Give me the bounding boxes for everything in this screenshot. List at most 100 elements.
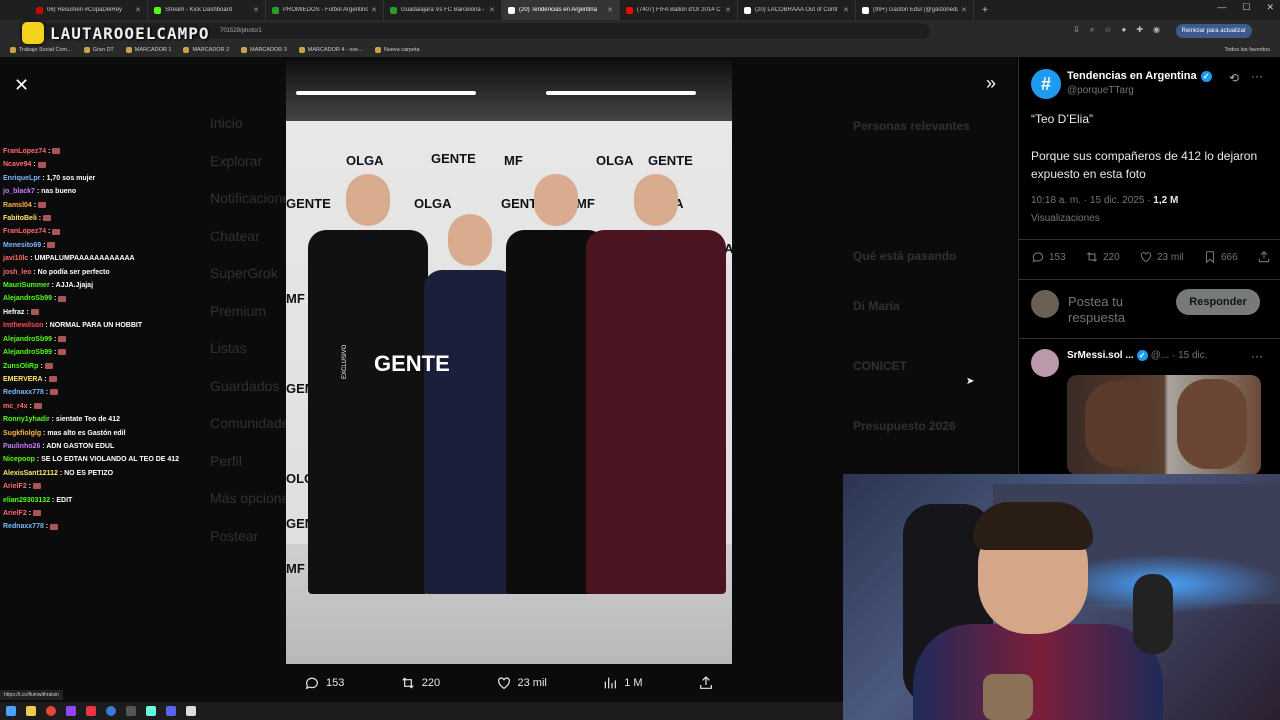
puzzle-icon[interactable]: ✚	[1136, 25, 1143, 35]
all-bookmarks[interactable]: Todos los favoritos	[1224, 47, 1270, 53]
app-icon[interactable]	[126, 706, 136, 716]
close-tab-icon[interactable]: ✕	[607, 6, 613, 14]
app-icon[interactable]	[86, 706, 96, 716]
reply-input[interactable]: Postea tu respuesta	[1068, 294, 1178, 326]
chat-username[interactable]: AlexisSant12112	[3, 470, 58, 477]
app-icon[interactable]	[186, 706, 196, 716]
app-icon[interactable]	[106, 706, 116, 716]
app-icon[interactable]	[66, 706, 76, 716]
reply-author-avatar[interactable]	[1031, 349, 1059, 377]
chat-username[interactable]: Hefraz	[3, 309, 24, 316]
person-head	[448, 214, 492, 266]
chat-username[interactable]: MauriSummer	[3, 282, 50, 289]
reply-author[interactable]: SrMessi.sol ... ✓ @... · 15 dic.	[1067, 350, 1208, 361]
minimize-icon[interactable]: —	[1217, 2, 1226, 13]
chat-username[interactable]: Imthewilson	[3, 322, 43, 329]
grok-icon[interactable]: ⟲	[1229, 71, 1239, 85]
chrome-icon[interactable]	[46, 706, 56, 716]
chat-username[interactable]: Ncave94	[3, 161, 31, 168]
views-action[interactable]: 1 M	[602, 675, 643, 691]
reply-button[interactable]: Responder	[1176, 289, 1260, 315]
close-tab-icon[interactable]: ✕	[135, 6, 141, 14]
chat-username[interactable]: ArielF2	[3, 483, 27, 490]
chat-username[interactable]: ZunsOliRp	[3, 363, 38, 370]
start-icon[interactable]	[6, 706, 16, 716]
maximize-icon[interactable]: ☐	[1242, 2, 1250, 13]
chat-username[interactable]: Rednaxx778	[3, 389, 44, 396]
chat-message: javi10lc : UMPALUMPAAAAAAAAAAAA	[3, 252, 243, 265]
more-options-icon[interactable]: ···	[1251, 69, 1263, 83]
browser-tab[interactable]: (99+) Gastón Edul (@gastonedul) ✕	[856, 0, 974, 20]
browser-tab[interactable]: (20) Tendencias en Argentina ✕	[502, 0, 620, 20]
post-timestamp[interactable]: 10:18 a. m. · 15 dic. 2025 · 1,2 M	[1031, 195, 1178, 206]
chat-username[interactable]: FranLopez74	[3, 228, 46, 235]
discord-icon[interactable]	[166, 706, 176, 716]
person-suit	[586, 230, 726, 594]
close-tab-icon[interactable]: ✕	[489, 6, 495, 14]
chat-username[interactable]: FabitoBeli	[3, 215, 37, 222]
chat-username[interactable]: javi10lc	[3, 255, 28, 262]
share-action[interactable]	[698, 675, 714, 691]
install-icon[interactable]: ⇩	[1073, 25, 1080, 35]
extension-icon[interactable]: ●	[1121, 25, 1126, 35]
chat-username[interactable]: AlejandroSb99	[3, 336, 52, 343]
repost-action[interactable]: 220	[400, 675, 440, 691]
chat-username[interactable]: jo_black7	[3, 188, 35, 195]
browser-tab[interactable]: (7407) FIFA Ballon d'Or 2014 C ✕	[620, 0, 738, 20]
chat-username[interactable]: Menesito69	[3, 242, 41, 249]
chat-username[interactable]: Ronny1yhadir	[3, 416, 50, 423]
reply-action[interactable]: 153	[304, 675, 344, 691]
repost-stat[interactable]: 220	[1085, 250, 1120, 264]
user-avatar[interactable]	[1031, 290, 1059, 318]
close-tab-icon[interactable]: ✕	[961, 6, 967, 14]
browser-tab[interactable]: (20) LACOBRAAA Out of Contr ✕	[738, 0, 856, 20]
bookmark-item[interactable]: MARCADOR 4 - ove...	[298, 46, 363, 53]
browser-tab[interactable]: Stream - Kick Dashboard ✕	[148, 0, 266, 20]
chat-username[interactable]: AlejandroSb99	[3, 295, 52, 302]
chat-username[interactable]: Paulinho26	[3, 443, 40, 450]
chat-username[interactable]: mc_r4x	[3, 403, 28, 410]
author-avatar[interactable]: #	[1031, 69, 1061, 99]
chat-username[interactable]: ArielF2	[3, 510, 27, 517]
post-photo[interactable]: OLGAGENTEMFOLGAGENTEGENTEMFOLGAGENTEMFOL…	[286, 61, 732, 664]
chat-username[interactable]: Nicepoop	[3, 456, 35, 463]
author-handle[interactable]: @porqueTTarg	[1067, 85, 1134, 96]
reply-image[interactable]	[1067, 375, 1261, 475]
browser-tab[interactable]: 06) Resumen #CopaDelRey ✕	[30, 0, 148, 20]
browser-tab[interactable]: Guadalajara Vs FC Barcelona - ✕	[384, 0, 502, 20]
chat-username[interactable]: Ramsl04	[3, 202, 32, 209]
more-options-icon[interactable]: ···	[1251, 349, 1263, 363]
chat-username[interactable]: AlejandroSb99	[3, 349, 52, 356]
close-window-icon[interactable]: ✕	[1266, 2, 1274, 13]
chat-username[interactable]: EnriqueLpr	[3, 175, 40, 182]
share-stat[interactable]	[1257, 250, 1271, 264]
star-icon[interactable]: ☆	[1104, 25, 1111, 35]
close-tab-icon[interactable]: ✕	[371, 6, 377, 14]
reply-stat[interactable]: 153	[1031, 250, 1066, 264]
close-tab-icon[interactable]: ✕	[253, 6, 259, 14]
chat-username[interactable]: Sugkfiolglg	[3, 430, 41, 437]
update-button[interactable]: Reiniciar para actualizar	[1175, 24, 1252, 38]
bookmark-item[interactable]: Nueva carpeta	[374, 46, 420, 53]
chat-username[interactable]: FranLopez74	[3, 148, 46, 155]
bookmark-item[interactable]: MARCADOR 3	[241, 46, 287, 53]
close-tab-icon[interactable]: ✕	[725, 6, 731, 14]
chat-username[interactable]: EMERVERA	[3, 376, 42, 383]
new-tab-icon[interactable]: +	[982, 5, 988, 16]
author-name[interactable]: Tendencias en Argentina ✓	[1067, 70, 1212, 82]
like-stat[interactable]: 23 mil	[1139, 250, 1184, 264]
zoom-icon[interactable]: ⌕	[1090, 25, 1094, 35]
close-tab-icon[interactable]: ✕	[843, 6, 849, 14]
chat-username[interactable]: Rednaxx778	[3, 523, 44, 530]
close-viewer-button[interactable]: ✕	[14, 75, 29, 96]
chat-username[interactable]: josh_leo	[3, 269, 31, 276]
expand-panel-icon[interactable]: »	[986, 73, 996, 94]
file-explorer-icon[interactable]	[26, 706, 36, 716]
bookmark-stat[interactable]: 666	[1203, 250, 1238, 264]
profile-icon[interactable]: ◉	[1153, 25, 1160, 35]
like-action[interactable]: 23 mil	[496, 675, 547, 691]
app-icon[interactable]	[146, 706, 156, 716]
browser-tab[interactable]: PROMIEDOS - Futbol Argentino ✕	[266, 0, 384, 20]
chat-text: AJJA.Jjajaj	[55, 282, 94, 290]
chat-username[interactable]: elian29303132	[3, 497, 50, 504]
